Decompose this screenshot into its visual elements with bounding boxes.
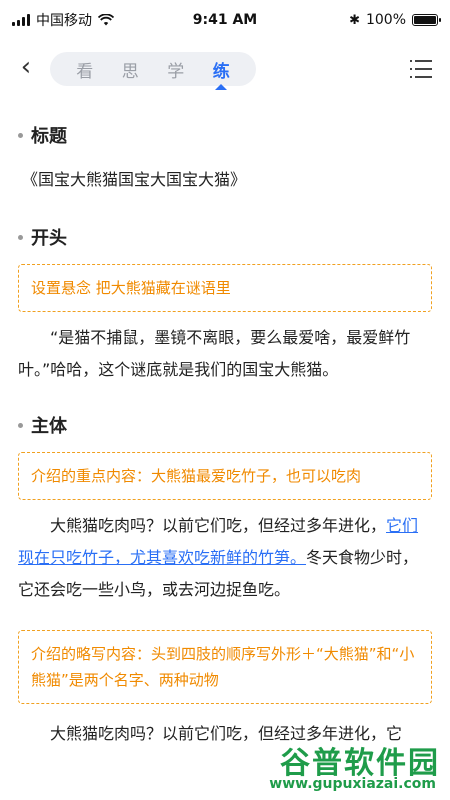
section-heading-label: 开头 <box>31 228 67 249</box>
bullet-dot-icon <box>18 132 23 138</box>
tab-practice[interactable]: 练 <box>207 57 236 90</box>
bullet-dot-icon <box>18 234 23 240</box>
opening-paragraph: “是猫不捕鼠，墨镜不离眼，要么最爱啥，最爱鲜竹叶。”哈哈，这个谜底就是我们的国宝… <box>18 328 411 379</box>
tab-think[interactable]: 思 <box>116 57 145 82</box>
opening-note: 设置悬念 把大熊猫藏在谜语里 <box>18 264 432 312</box>
status-right: ✱ 100% <box>349 12 441 28</box>
body-paragraph-1: 大熊猫吃肉吗？以前它们吃，但经过多年进化，它们现在只吃竹子，尤其喜欢吃新鲜的竹笋… <box>18 510 432 606</box>
watermark-url: www.gupuxiazai.com <box>269 776 436 792</box>
battery-label: 100% <box>365 12 406 28</box>
signal-icon <box>12 14 30 26</box>
status-bar: 中国移动 9:41 AM ✱ 100% <box>0 0 450 40</box>
bullet-dot-icon <box>18 422 23 428</box>
back-button[interactable]: ‹ <box>12 54 40 82</box>
wifi-icon <box>98 14 114 26</box>
section-title-heading: 标题 <box>18 122 432 148</box>
article-content: 标题 《国宝大熊猫国宝大国宝大猫》 开头 设置悬念 把大熊猫藏在谜语里 “是猫不… <box>0 110 450 750</box>
nav-bar: ‹ 看 思 学 练 <box>0 44 450 94</box>
menu-list-icon[interactable] <box>410 60 432 78</box>
essay-title: 《国宝大熊猫国宝大国宝大猫》 <box>22 170 247 189</box>
para-text: 大熊猫吃肉吗？以前它们吃，但经过多年进化， <box>50 516 387 535</box>
tab-look[interactable]: 看 <box>70 57 99 82</box>
body-note-key: 介绍的重点内容：大熊猫最爱吃竹子，也可以吃肉 <box>18 452 432 500</box>
body-note-brief: 介绍的略写内容：头到四肢的顺序写外形＋“大熊猫”和“小熊猫”是两个名字、两种动物 <box>18 630 432 704</box>
section-heading-label: 标题 <box>31 126 67 147</box>
tab-learn[interactable]: 学 <box>161 57 190 82</box>
battery-icon <box>412 14 441 26</box>
section-body-heading: 主体 <box>18 412 432 438</box>
carrier-label: 中国移动 <box>36 13 92 29</box>
status-left: 中国移动 <box>12 10 114 30</box>
chevron-left-icon: ‹ <box>20 52 32 82</box>
bluetooth-icon: ✱ <box>349 12 360 28</box>
section-opening-heading: 开头 <box>18 224 432 250</box>
tab-switcher: 看 思 学 练 <box>50 52 256 90</box>
watermark: 谷普软件园 www.gupuxiazai.com <box>240 730 450 800</box>
section-heading-label: 主体 <box>31 416 67 437</box>
